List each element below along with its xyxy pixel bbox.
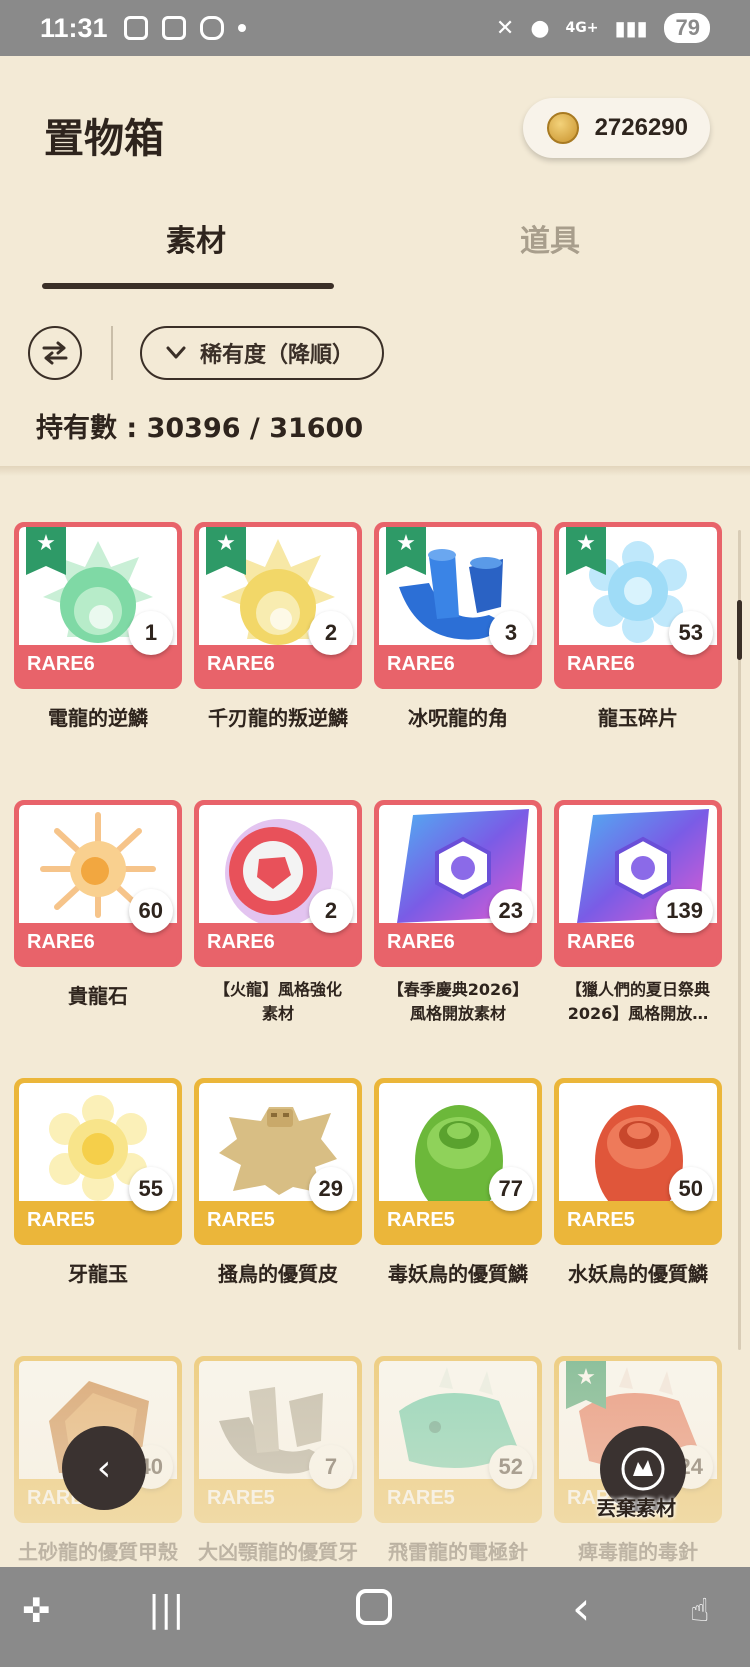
item-quantity: 53 — [668, 611, 713, 655]
item-cell[interactable]: 2 RARE6 【火龍】風格強化 素材 — [194, 800, 362, 1060]
item-quantity: 55 — [128, 1167, 173, 1211]
discard-material-label: 丟棄素材 — [596, 1496, 676, 1520]
item-cell[interactable]: ★ 1 RARE6 電龍的逆鱗 — [14, 522, 182, 782]
header: 置物箱 2726290 素材 道具 稀有度（降順） 持有數 : 30396 / … — [0, 56, 750, 466]
tab-items[interactable]: 道具 — [520, 216, 580, 260]
item-name: 搔鳥的優質皮 — [218, 1262, 338, 1286]
item-cell[interactable]: 60 RARE6 貴龍石 — [14, 800, 182, 1060]
chevron-down-icon — [166, 346, 186, 359]
coin-value: 2726290 — [594, 114, 688, 141]
rarity-label: RARE6 — [567, 931, 635, 953]
swap-order-button[interactable] — [28, 326, 82, 380]
tab-underline — [42, 283, 334, 289]
coin-balance: 2726290 — [522, 98, 710, 158]
status-bar: 11:31 ✕ ● 4G+ ▮▮▮ 79 — [0, 0, 750, 56]
page-title: 置物箱 — [44, 116, 164, 162]
rarity-label: RARE5 — [207, 1209, 275, 1231]
rarity-label: RARE6 — [207, 931, 275, 953]
status-time: 11:31 — [40, 12, 108, 43]
rarity-label: RARE5 — [567, 1209, 635, 1231]
item-quantity: 29 — [308, 1167, 353, 1211]
item-cell[interactable]: 50 RARE5 水妖鳥的優質鱗 — [554, 1078, 722, 1338]
gamepad-icon[interactable]: ✜ — [22, 1591, 51, 1631]
rarity-label: RARE5 — [387, 1209, 455, 1231]
item-quantity: 139 — [656, 889, 713, 933]
rarity-label: RARE5 — [387, 1487, 455, 1509]
mute-icon: ✕ — [495, 15, 515, 41]
item-name: 土砂龍的優質甲殼 — [18, 1540, 178, 1564]
item-quantity: 23 — [488, 889, 533, 933]
item-name: 大凶顎龍的優質牙 — [198, 1540, 358, 1564]
rarity-label: RARE5 — [27, 1209, 95, 1231]
item-name: 毒妖鳥的優質鱗 — [388, 1262, 528, 1286]
item-quantity: 3 — [489, 611, 533, 655]
rarity-label: RARE6 — [27, 653, 95, 675]
scrollbar-thumb[interactable] — [737, 600, 742, 660]
item-name: 電龍的逆鱗 — [48, 706, 148, 730]
system-nav-bar: ✜ ||| ‹ ☝ — [0, 1567, 750, 1667]
divider — [111, 326, 113, 380]
rarity-label: RARE6 — [387, 653, 455, 675]
rarity-label: RARE6 — [387, 931, 455, 953]
item-quantity: 2 — [309, 611, 353, 655]
home-icon[interactable] — [356, 1589, 392, 1625]
item-cell[interactable]: 23 RARE6 【春季慶典2026】 風格開放素材 — [374, 800, 542, 1060]
item-cell[interactable]: 55 RARE5 牙龍玉 — [14, 1078, 182, 1338]
back-floating-button[interactable]: ‹ — [62, 1426, 146, 1510]
item-cell[interactable]: 29 RARE5 搔鳥的優質皮 — [194, 1078, 362, 1338]
item-name: 【獵人們的夏日祭典 2026】風格開放… — [565, 980, 710, 1023]
item-name: 貴龍石 — [68, 984, 128, 1008]
screenshot-icon — [161, 16, 186, 40]
item-quantity: 7 — [309, 1445, 353, 1489]
discord-icon — [199, 16, 224, 40]
item-cell[interactable]: 139 RARE6 【獵人們的夏日祭典 2026】風格開放… — [554, 800, 722, 1060]
rarity-label: RARE6 — [207, 653, 275, 675]
item-name: 【春季慶典2026】 風格開放素材 — [387, 980, 529, 1023]
discard-icon — [621, 1447, 665, 1491]
swap-icon — [42, 341, 68, 365]
sort-dropdown[interactable]: 稀有度（降順） — [140, 326, 385, 380]
back-icon[interactable]: ‹ — [572, 1581, 590, 1635]
rarity-label: RARE6 — [27, 931, 95, 953]
item-quantity: 52 — [488, 1445, 533, 1489]
recent-apps-icon[interactable]: ||| — [148, 1589, 184, 1630]
item-cell[interactable]: 77 RARE5 毒妖鳥的優質鱗 — [374, 1078, 542, 1338]
rarity-label: RARE6 — [567, 653, 635, 675]
location-icon: ● — [530, 15, 550, 41]
item-name: 痺毒龍的毒針 — [578, 1540, 698, 1564]
touch-lock-icon[interactable]: ☝ — [690, 1591, 709, 1629]
chevron-left-icon: ‹ — [96, 1447, 112, 1489]
coin-icon — [546, 112, 579, 144]
rarity-label: RARE5 — [207, 1487, 275, 1509]
item-name: 千刃龍的叛逆鱗 — [208, 706, 348, 730]
notification-dot-icon — [237, 24, 246, 32]
holding-count: 持有數 : 30396 / 31600 — [36, 413, 364, 444]
item-name: 牙龍玉 — [68, 1262, 128, 1286]
sort-label: 稀有度（降順） — [200, 343, 355, 368]
item-name: 飛雷龍的電極針 — [388, 1540, 528, 1564]
tab-materials[interactable]: 素材 — [166, 216, 226, 260]
item-cell[interactable]: ★ 2 RARE6 千刃龍的叛逆鱗 — [194, 522, 362, 782]
item-quantity: 77 — [488, 1167, 533, 1211]
item-quantity: 2 — [309, 889, 353, 933]
network-label: 4G+ — [565, 20, 599, 36]
item-cell[interactable]: ★ 3 RARE6 冰呪龍的角 — [374, 522, 542, 782]
item-quantity: 60 — [128, 889, 173, 933]
item-quantity: 1 — [129, 611, 173, 655]
battery-indicator: 79 — [663, 13, 710, 43]
item-cell[interactable]: ★ 53 RARE6 龍玉碎片 — [554, 522, 722, 782]
shield-icon — [123, 16, 148, 40]
item-name: 龍玉碎片 — [598, 706, 678, 730]
item-name: 【火龍】風格強化 素材 — [213, 980, 342, 1023]
item-name: 水妖鳥的優質鱗 — [568, 1262, 708, 1286]
signal-icon: ▮▮▮ — [614, 16, 648, 40]
item-quantity: 50 — [668, 1167, 713, 1211]
item-name: 冰呪龍的角 — [408, 706, 508, 730]
tab-bar: 素材 道具 — [40, 216, 710, 289]
